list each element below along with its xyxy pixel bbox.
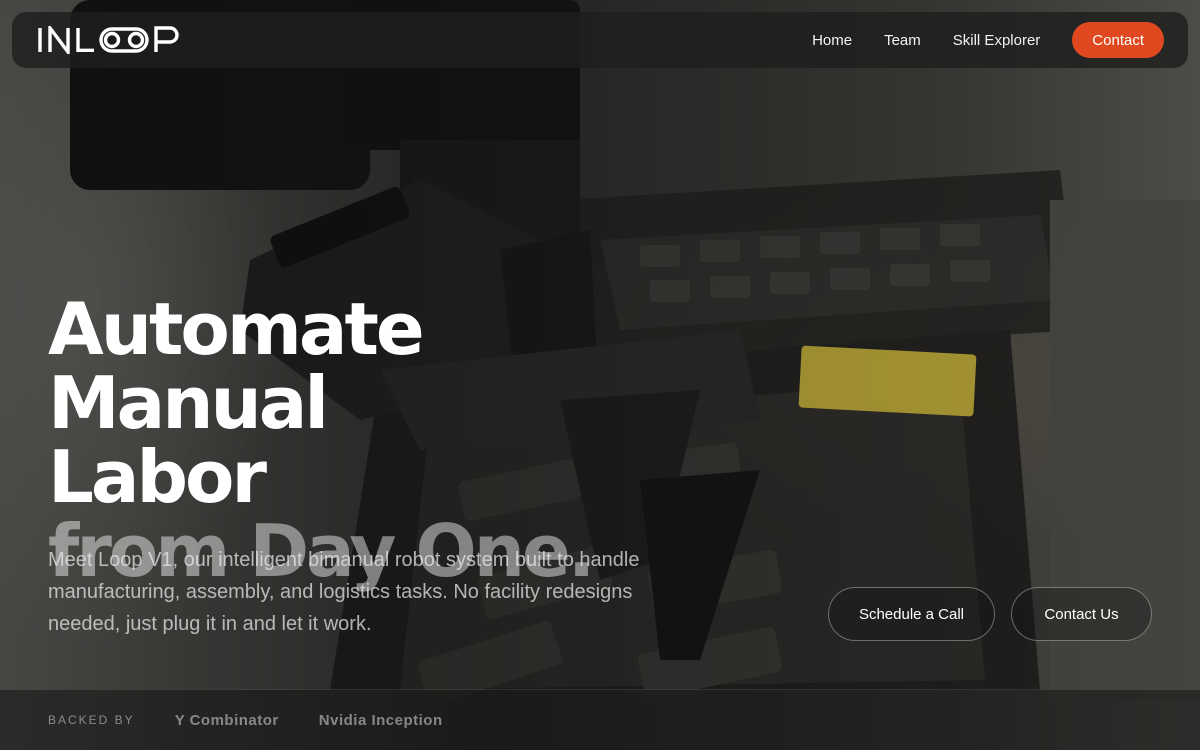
headline-line-1: Automate Manual	[48, 287, 425, 445]
contact-us-button[interactable]: Contact Us	[1011, 587, 1152, 641]
nav-links: Home Team Skill Explorer Contact	[812, 22, 1164, 58]
inloop-logo-mark	[38, 26, 179, 54]
schedule-call-button[interactable]: Schedule a Call	[828, 587, 995, 641]
inloop-logo[interactable]	[38, 26, 186, 54]
backed-by-bar: BACKED BY Y Combinator Nvidia Inception	[0, 689, 1200, 750]
hero-subtitle: Meet Loop V1, our intelligent bimanual r…	[48, 549, 640, 635]
nav-skill-explorer-link[interactable]: Skill Explorer	[953, 32, 1041, 49]
backer-y-combinator: Y Combinator	[174, 711, 279, 729]
hero-section: Home Team Skill Explorer Contact Automat…	[0, 0, 1200, 750]
headline-line-2: Labor	[48, 435, 267, 519]
nav-contact-button[interactable]: Contact	[1072, 22, 1164, 58]
backer-nvidia-inception: Nvidia Inception	[318, 711, 443, 729]
nav-home-link[interactable]: Home	[812, 32, 852, 49]
backed-by-label: BACKED BY	[48, 713, 135, 727]
top-nav: Home Team Skill Explorer Contact	[12, 12, 1188, 68]
nav-team-link[interactable]: Team	[884, 32, 921, 49]
